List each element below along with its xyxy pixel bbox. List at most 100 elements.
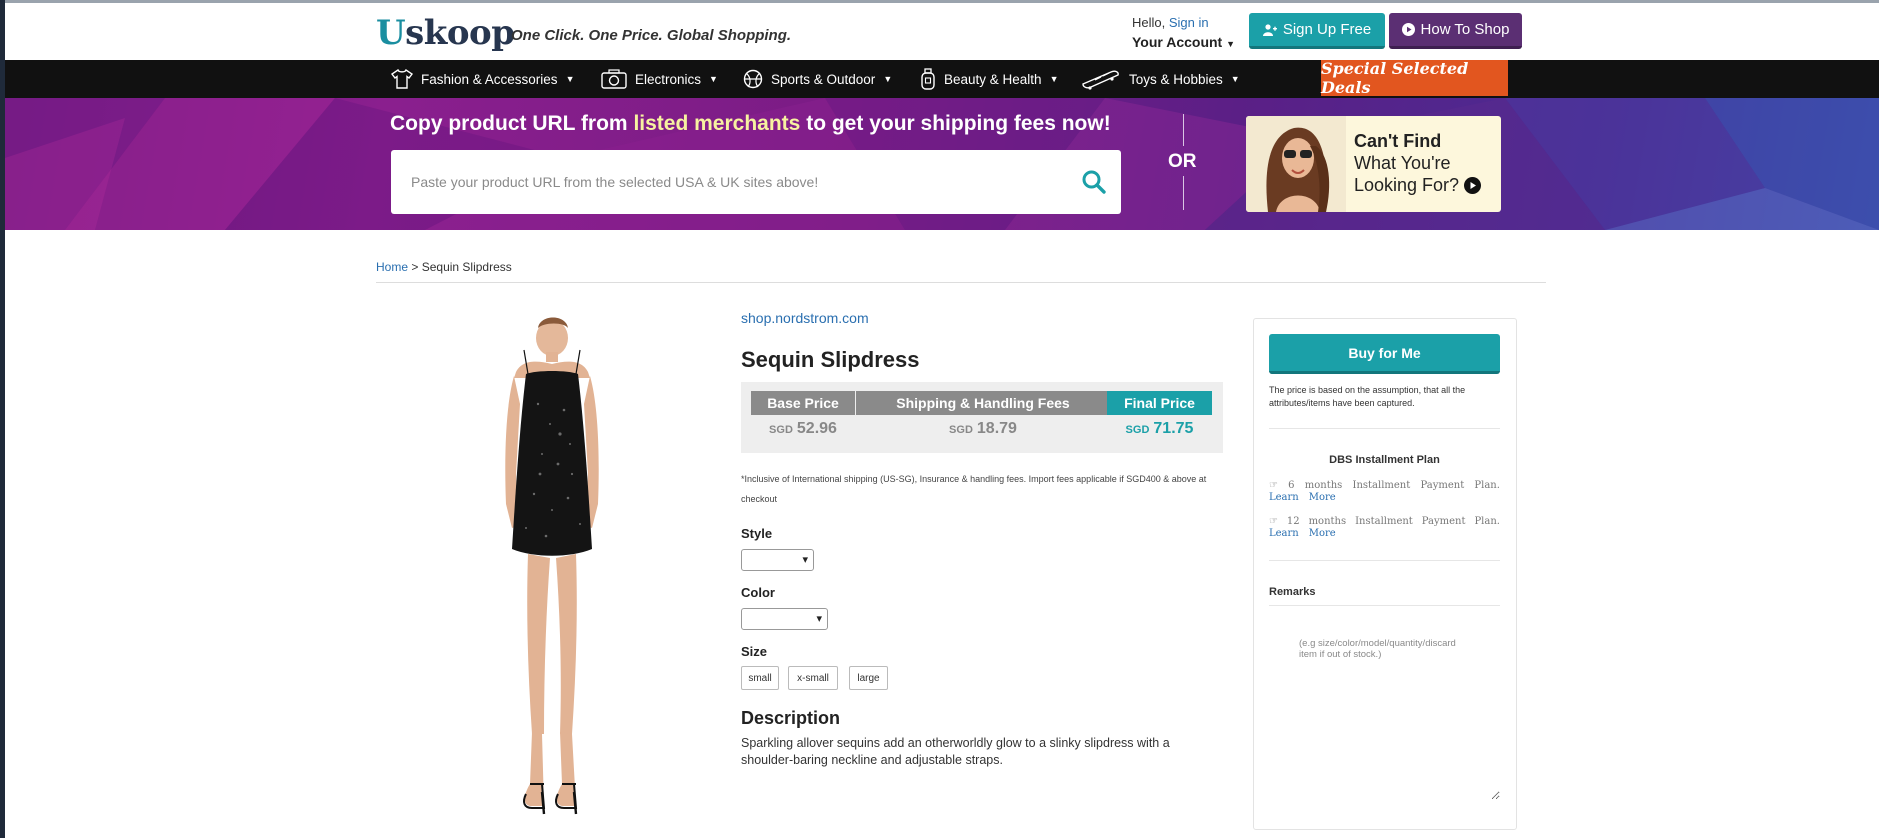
play-circle-icon [1464,177,1482,194]
or-label: OR [1168,151,1197,172]
your-account-dropdown[interactable]: Your Account ▼ [1132,34,1235,50]
caret-down-icon: ▼ [1049,74,1059,84]
panel-divider [1269,428,1500,429]
play-circle-icon [1401,23,1415,36]
installment-word: Installment [1355,516,1413,527]
cant-find-line2: What You're [1354,153,1451,173]
style-select[interactable] [741,549,814,571]
or-divider-bottom [1183,176,1184,210]
woman-photo [1246,116,1346,212]
banner-title: Copy product URL from listed merchants t… [390,112,1111,136]
nav-label-fashion: Fashion & Accessories [421,71,558,87]
banner-title-part1: Copy product URL from [390,112,628,135]
shipping-price-amount: 18.79 [976,420,1017,437]
merchant-link[interactable]: shop.nordstrom.com [741,310,869,326]
camera-icon [601,69,627,89]
nav-item-sports[interactable]: Sports & Outdoor ▼ [743,60,892,98]
style-label: Style [741,526,773,541]
tagline: One Click. One Price. Global Shopping. [511,27,792,44]
sign-in-link[interactable]: Sign in [1169,15,1209,30]
product-url-input[interactable] [411,150,1051,214]
caret-down-icon: ▼ [1226,39,1236,49]
final-price-amount: 71.75 [1153,420,1194,437]
caret-down-icon: ▼ [1230,74,1240,84]
remarks-textarea[interactable] [1269,605,1500,800]
learn-link[interactable]: Learn [1269,528,1299,539]
product-title: Sequin Slipdress [741,347,920,372]
installment-word: Payment [1420,480,1465,491]
uskoop-logo[interactable]: Uskoop [376,13,515,53]
product-image[interactable] [440,314,670,824]
account-label: Your Account [1132,34,1223,50]
basketball-icon [743,69,763,89]
breadcrumb-divider [376,282,1546,283]
price-assumption-note: The price is based on the assumption, th… [1269,385,1466,408]
installment-word: months [1304,480,1343,491]
breadcrumb: Home > Sequin Slipdress [376,260,512,274]
installment-word: months [1308,516,1347,527]
base-price-header: Base Price [751,391,855,415]
site-header: Uskoop One Click. One Price. Global Shop… [5,3,1879,60]
more-link[interactable]: More [1309,492,1336,503]
remarks-label: Remarks [1269,586,1316,598]
price-footnote: *Inclusive of International shipping (US… [741,474,1207,504]
size-option-small[interactable]: small [741,666,779,690]
caret-down-icon: ▼ [709,74,718,84]
shipping-fees-header: Shipping & Handling Fees [856,391,1110,415]
thumbs-up-icon: ☞ [1269,480,1278,491]
dbs-installment-title: DBS Installment Plan [1329,454,1440,466]
nav-label-sports: Sports & Outdoor [771,71,876,87]
learn-link[interactable]: Learn [1269,492,1299,503]
cant-find-text: Can't Find What You're Looking For? [1354,130,1482,196]
caret-down-icon: ▼ [565,74,575,84]
or-divider-top [1183,114,1184,146]
nav-item-beauty[interactable]: Beauty & Health ▼ [920,60,1058,98]
nav-label-electronics: Electronics [635,71,702,87]
cant-find-banner[interactable]: Can't Find What You're Looking For? [1246,116,1501,212]
installment-word: Plan. [1474,516,1500,527]
color-select[interactable] [741,608,828,630]
installment-plan-6: ☞ 6 months Installment Payment Plan. Lea… [1269,480,1500,504]
tshirt-icon [391,69,413,89]
more-link[interactable]: More [1309,528,1336,539]
lotion-bottle-icon [921,68,935,90]
logo-first-letter: U [376,13,406,53]
panel-divider [1269,560,1500,561]
how-to-shop-label: How To Shop [1420,21,1510,38]
add-user-icon [1262,23,1277,36]
thumbs-up-icon: ☞ [1269,516,1278,527]
sign-up-button[interactable]: Sign Up Free [1249,13,1385,49]
buy-for-me-button[interactable]: Buy for Me [1269,334,1500,374]
price-table: Base Price Shipping & Handling Fees Fina… [741,382,1223,453]
how-to-shop-button[interactable]: How To Shop [1389,13,1522,49]
nav-label-beauty: Beauty & Health [944,71,1042,87]
installment-word: Payment [1421,516,1466,527]
listed-merchants-link[interactable]: listed merchants [633,112,800,135]
breadcrumb-home[interactable]: Home [376,260,408,274]
base-price-value: SGD 52.96 [751,420,855,440]
greeting: Hello, Sign in [1132,15,1209,30]
nav-item-fashion[interactable]: Fashion & Accessories ▼ [391,60,574,98]
installment-word: Plan. [1474,480,1500,491]
nav-label-toys: Toys & Hobbies [1129,71,1223,87]
base-price-amount: 52.96 [796,420,837,437]
logo-rest: skoop [405,13,515,53]
color-label: Color [741,585,775,600]
nav-item-toys[interactable]: Toys & Hobbies ▼ [1081,60,1240,98]
installment-months: 6 [1288,480,1295,491]
final-price-header: Final Price [1107,391,1212,415]
search-icon[interactable] [1081,169,1107,195]
breadcrumb-current: Sequin Slipdress [421,260,512,274]
size-option-x-small[interactable]: x-small [788,666,838,690]
skateboard-icon [1082,70,1119,90]
installment-months: 12 [1286,516,1300,527]
special-deals-button[interactable]: Special Selected Deals [1321,59,1508,97]
cant-find-line1: Can't Find [1354,131,1442,151]
final-price-value: SGD 71.75 [1107,420,1212,440]
banner-title-part2: to get your shipping fees now! [806,112,1111,135]
shipping-price-value: SGD 18.79 [856,420,1110,440]
installment-word: Installment [1352,480,1411,491]
description-text: Sparkling allover sequins add an otherwo… [741,736,1170,767]
size-option-large[interactable]: large [849,666,888,690]
nav-item-electronics[interactable]: Electronics ▼ [601,60,718,98]
